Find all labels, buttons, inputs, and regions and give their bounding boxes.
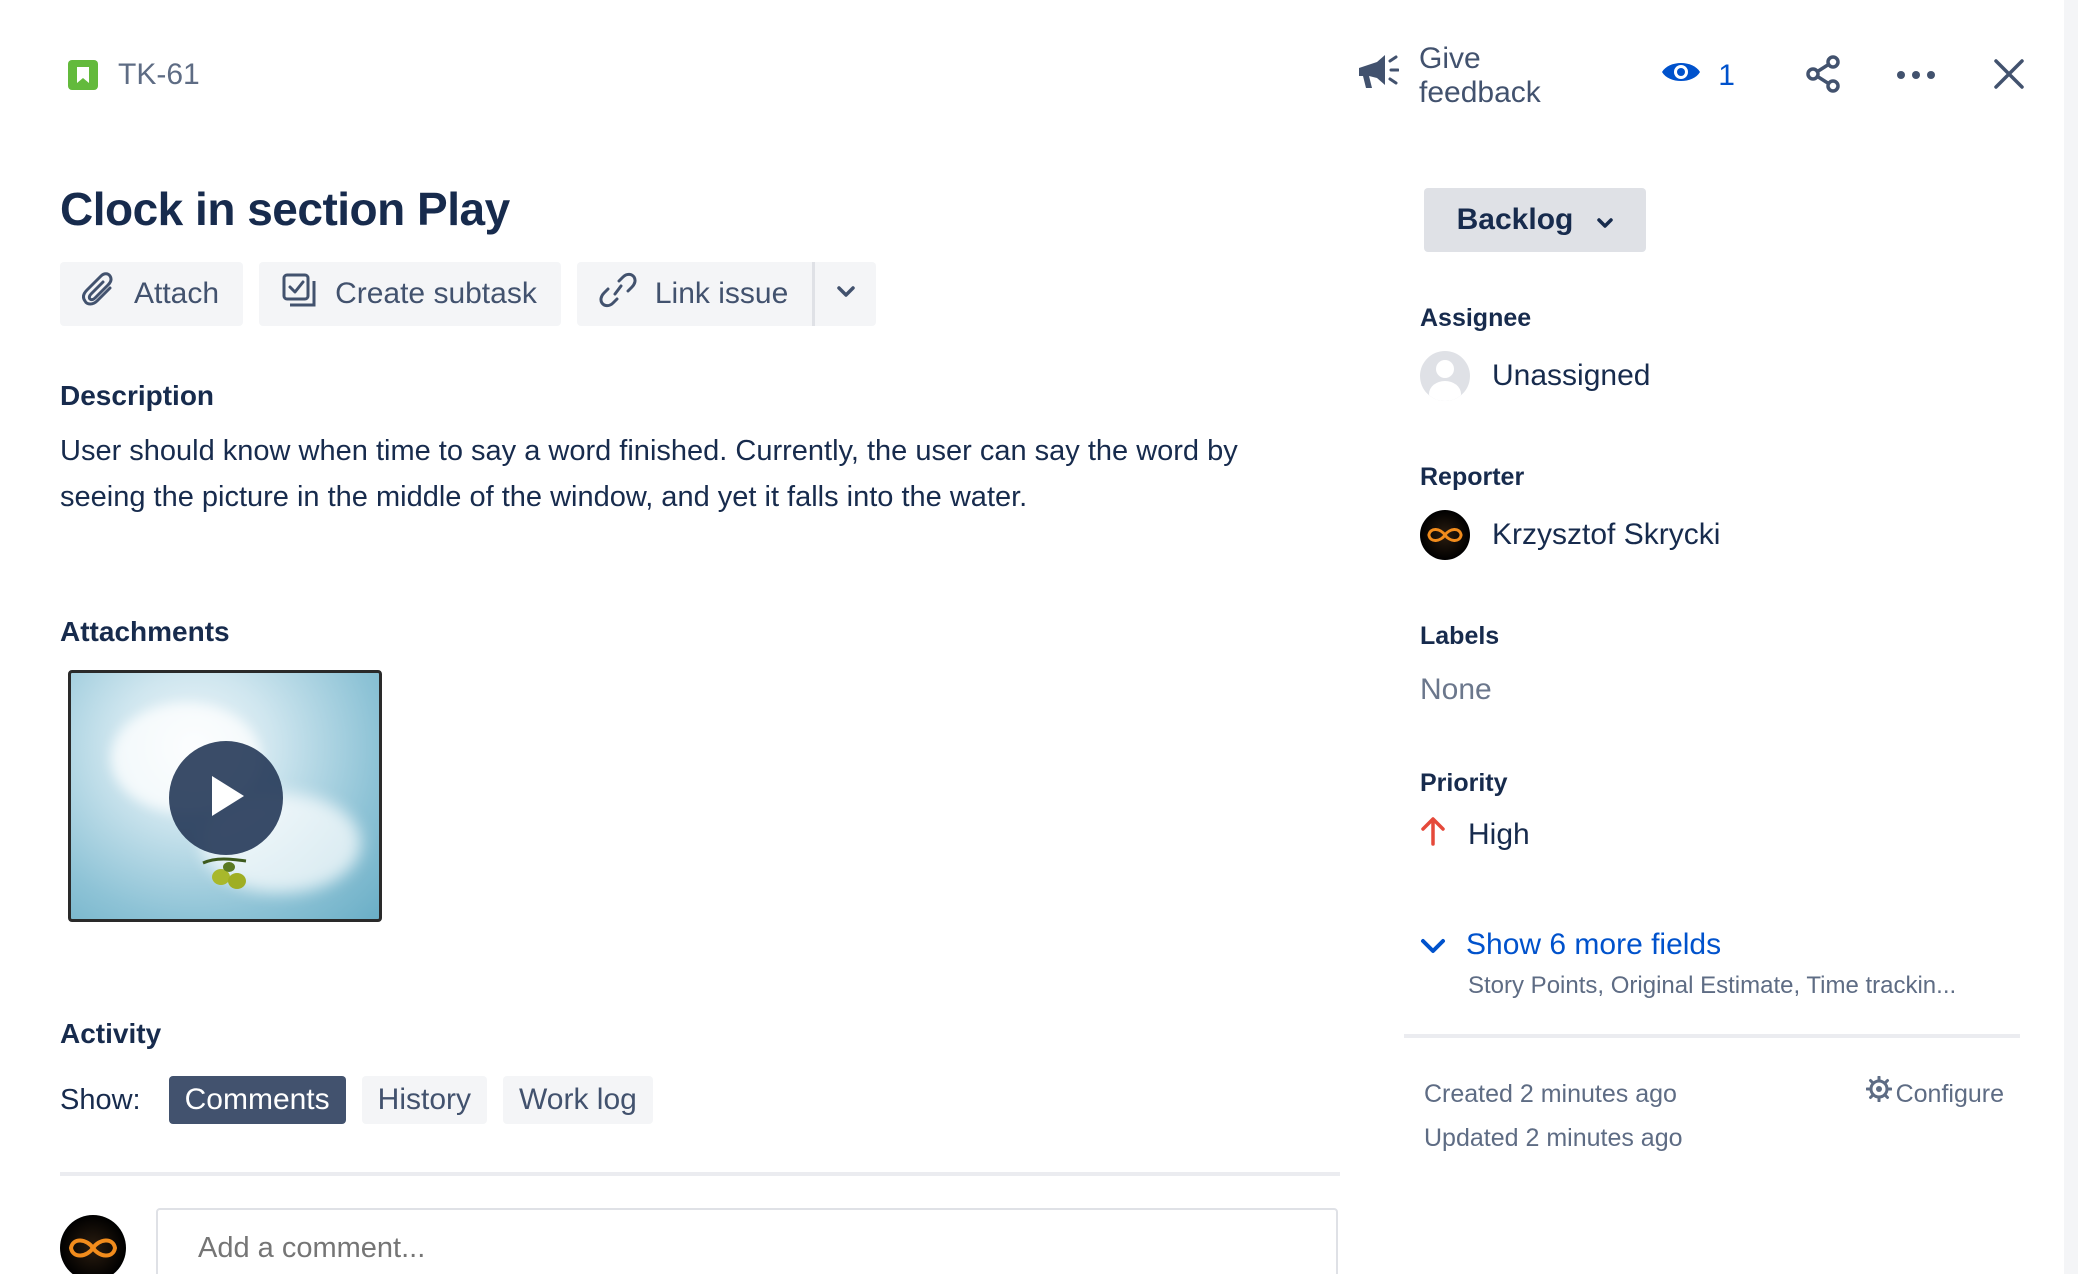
infinity-icon <box>1427 528 1463 542</box>
labels-value[interactable]: None <box>1420 673 2020 707</box>
attachments-heading: Attachments <box>60 616 230 647</box>
sidebar-divider <box>1404 1034 2020 1038</box>
link-icon <box>599 272 637 316</box>
more-fields-section: Show 6 more fields Story Points, Origina… <box>1420 928 2020 1000</box>
assignee-value[interactable]: Unassigned <box>1420 351 2020 401</box>
attach-label: Attach <box>134 277 220 310</box>
tab-work-log[interactable]: Work log <box>503 1076 653 1124</box>
issue-meta: Created 2 minutes ago Updated 2 minutes … <box>1424 1072 2020 1160</box>
issue-sidebar: Backlog Assignee Unassigned Reporter Krz… <box>1404 150 2020 1160</box>
avatar <box>60 1215 126 1274</box>
give-feedback-label: Give feedback <box>1419 42 1541 109</box>
paperclip-icon <box>82 272 116 316</box>
assignee-label: Assignee <box>1420 304 1532 332</box>
subtask-icon <box>281 272 317 316</box>
issue-key[interactable]: TK-61 <box>118 58 200 92</box>
activity-filter: Show: Comments History Work log <box>60 1076 1350 1124</box>
issue-main-panel: Clock in section Play Attach Create subt… <box>60 150 1350 1274</box>
story-icon <box>68 60 98 90</box>
avatar <box>1420 510 1470 560</box>
add-comment-input[interactable] <box>156 1208 1338 1274</box>
updated-timestamp: Updated 2 minutes ago <box>1424 1124 1683 1152</box>
assignee-field: Assignee Unassigned <box>1420 304 2020 401</box>
reporter-value[interactable]: Krzysztof Skrycki <box>1420 510 2020 560</box>
activity-heading: Activity <box>60 1018 162 1049</box>
close-button[interactable] <box>1985 50 2034 102</box>
description-heading: Description <box>60 380 215 411</box>
priority-name: High <box>1468 818 1530 851</box>
link-issue-button[interactable]: Link issue <box>576 262 813 326</box>
chevron-down-icon <box>1597 203 1614 237</box>
reporter-field: Reporter Krzysztof Skrycki <box>1420 463 2020 560</box>
attach-button[interactable]: Attach <box>60 262 244 326</box>
more-icon <box>1896 67 1936 85</box>
comment-composer <box>60 1208 1350 1274</box>
reporter-label: Reporter <box>1420 463 1525 491</box>
chevron-down-icon <box>837 285 855 303</box>
labels-field: Labels None <box>1420 622 2020 707</box>
configure-label: Configure <box>1895 1080 2004 1108</box>
gear-icon <box>1865 1072 1893 1116</box>
tab-comments[interactable]: Comments <box>168 1076 346 1124</box>
olive-branch-image <box>202 857 247 889</box>
issue-title[interactable]: Clock in section Play <box>60 182 1350 236</box>
issue-key-breadcrumb[interactable]: TK-61 <box>68 58 200 92</box>
priority-field: Priority High <box>1420 769 2020 854</box>
more-actions-button[interactable] <box>1892 50 1941 102</box>
watch-count: 1 <box>1718 59 1735 92</box>
activity-divider <box>60 1172 1340 1176</box>
toolbar-more-dropdown[interactable] <box>812 262 877 326</box>
description-text[interactable]: User should know when time to say a word… <box>60 428 1310 520</box>
share-icon <box>1803 54 1843 99</box>
video-attachment-thumbnail[interactable] <box>68 670 382 922</box>
labels-label: Labels <box>1420 622 1500 650</box>
priority-high-icon <box>1420 816 1446 854</box>
link-issue-group: Link issue <box>576 262 877 326</box>
show-more-fields-label: Show 6 more fields <box>1466 928 1722 961</box>
link-issue-label: Link issue <box>654 277 789 310</box>
create-subtask-label: Create subtask <box>335 277 537 310</box>
reporter-name: Krzysztof Skrycki <box>1492 518 1721 551</box>
tab-history[interactable]: History <box>361 1076 487 1124</box>
configure-button[interactable]: Configure <box>1865 1072 2004 1116</box>
issue-header: TK-61 Give feedback 1 <box>0 0 2078 150</box>
vertical-scrollbar[interactable] <box>2064 0 2078 1274</box>
status-label: Backlog <box>1456 203 1574 236</box>
eye-icon <box>1660 57 1702 95</box>
close-icon <box>1993 58 2025 95</box>
watch-button[interactable]: 1 <box>1660 57 1735 95</box>
unassigned-avatar-icon <box>1420 351 1470 401</box>
play-icon <box>206 773 246 824</box>
megaphone-icon <box>1355 52 1400 100</box>
infinity-icon <box>68 1238 118 1258</box>
create-subtask-button[interactable]: Create subtask <box>259 262 561 326</box>
more-fields-summary: Story Points, Original Estimate, Time tr… <box>1468 972 1957 999</box>
show-more-fields-link[interactable]: Show 6 more fields <box>1420 928 2020 962</box>
show-label: Show: <box>60 1083 141 1116</box>
issue-toolbar: Attach Create subtask Link issue <box>60 262 1350 326</box>
priority-label: Priority <box>1420 769 1508 797</box>
play-button[interactable] <box>169 741 283 855</box>
give-feedback-button[interactable]: Give feedback <box>1355 42 1596 110</box>
assignee-name: Unassigned <box>1492 359 1651 392</box>
chevron-down-icon <box>1420 928 1446 962</box>
status-dropdown[interactable]: Backlog <box>1424 188 1646 252</box>
share-button[interactable] <box>1799 50 1848 102</box>
priority-value[interactable]: High <box>1420 816 2020 854</box>
